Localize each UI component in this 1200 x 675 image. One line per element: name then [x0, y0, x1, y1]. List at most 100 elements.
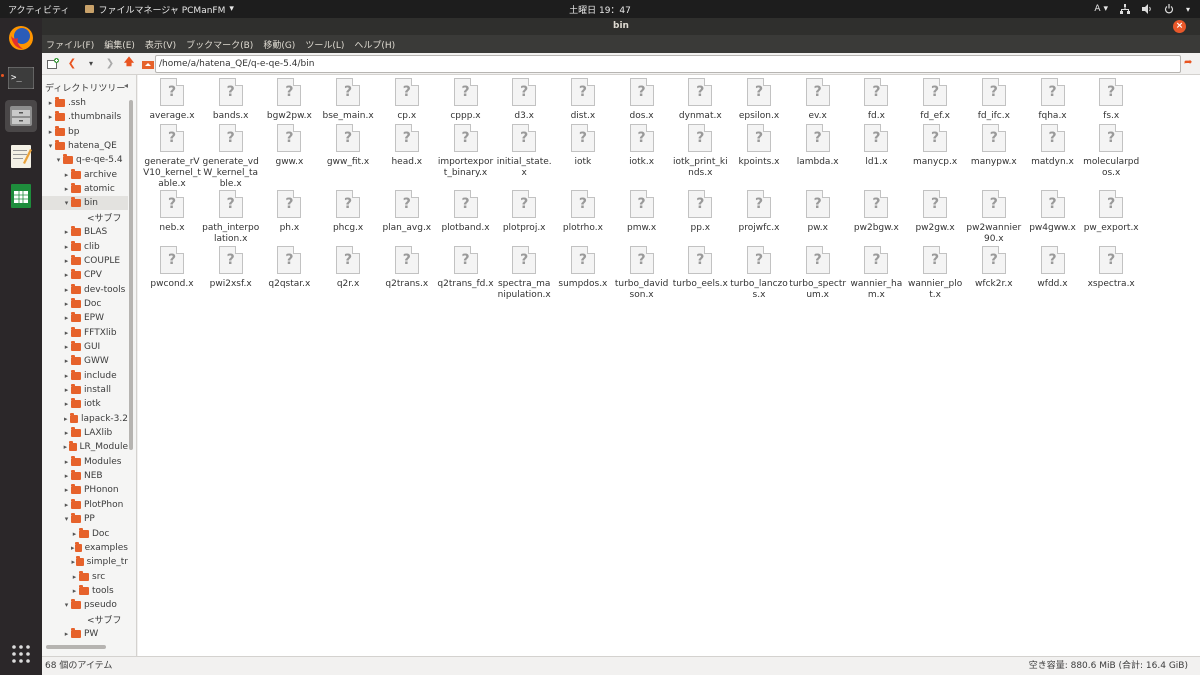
tree-item[interactable]: ▾ PP — [42, 512, 128, 526]
file-item[interactable]: ? turbo_lanczos.x — [730, 246, 788, 301]
expander-closed-icon[interactable]: ▸ — [46, 99, 55, 107]
file-item[interactable]: ? cppp.x — [437, 78, 495, 122]
tree-item[interactable]: ▸ EPW — [42, 311, 128, 325]
file-item[interactable]: ? pwcond.x — [143, 246, 201, 290]
file-item[interactable]: ? dist.x — [554, 78, 612, 122]
firefox-launcher[interactable] — [5, 22, 37, 54]
new-tab-button[interactable] — [45, 56, 61, 72]
tree-item[interactable]: ▸ dev-tools — [42, 283, 128, 297]
file-item[interactable]: ? generate_rVV10_kernel_table.x — [143, 124, 201, 190]
file-item[interactable]: ? gww_fit.x — [319, 124, 377, 168]
expander-closed-icon[interactable]: ▸ — [62, 458, 71, 466]
file-item[interactable]: ? pw2bgw.x — [847, 190, 905, 234]
file-item[interactable]: ? plan_avg.x — [378, 190, 436, 234]
file-item[interactable]: ? ld1.x — [847, 124, 905, 168]
expander-closed-icon[interactable]: ▸ — [62, 386, 71, 394]
file-item[interactable]: ? turbo_davidson.x — [613, 246, 671, 301]
file-item[interactable]: ? dos.x — [613, 78, 671, 122]
file-item[interactable]: ? phcg.x — [319, 190, 377, 234]
tree-item[interactable]: ▸ bp — [42, 125, 128, 139]
expander-closed-icon[interactable]: ▸ — [70, 530, 79, 538]
tree-item[interactable]: ▸ Modules — [42, 455, 128, 469]
activities-button[interactable]: アクティビティ — [8, 3, 69, 16]
menu-help[interactable]: ヘルプ(H) — [354, 38, 395, 51]
menu-file[interactable]: ファイル(F) — [46, 38, 94, 51]
tree-item[interactable]: ▸ PHonon — [42, 483, 128, 497]
file-item[interactable]: ? kpoints.x — [730, 124, 788, 168]
files-launcher[interactable] — [5, 100, 37, 132]
go-button[interactable]: ➦ — [1184, 57, 1198, 71]
show-applications-button[interactable] — [5, 638, 37, 670]
file-item[interactable]: ? wfck2r.x — [965, 246, 1023, 290]
expander-closed-icon[interactable]: ▸ — [62, 501, 71, 509]
file-item[interactable]: ? xspectra.x — [1082, 246, 1140, 290]
file-item[interactable]: ? lambda.x — [789, 124, 847, 168]
tree-item[interactable]: ▸ PlotPhon — [42, 498, 128, 512]
tree-item[interactable]: ▸ atomic — [42, 182, 128, 196]
tree-item[interactable]: ▸ archive — [42, 168, 128, 182]
file-item[interactable]: ? spectra_manipulation.x — [495, 246, 553, 301]
file-item[interactable]: ? plotband.x — [437, 190, 495, 234]
file-item[interactable]: ? ph.x — [260, 190, 318, 234]
expander-closed-icon[interactable]: ▸ — [62, 630, 71, 638]
tree-item[interactable]: ▸ LAXlib — [42, 426, 128, 440]
file-item[interactable]: ? iotk_print_kinds.x — [671, 124, 729, 179]
file-item[interactable]: ? average.x — [143, 78, 201, 122]
tree-item[interactable]: <サブフ — [42, 211, 128, 225]
file-item[interactable]: ? q2trans.x — [378, 246, 436, 290]
expander-closed-icon[interactable]: ▸ — [62, 472, 71, 480]
forward-button[interactable]: ❯ — [102, 56, 118, 72]
scrollbar-thumb[interactable] — [46, 645, 106, 649]
file-item[interactable]: ? molecularpdos.x — [1082, 124, 1140, 179]
file-item[interactable]: ? path_interpolation.x — [202, 190, 260, 245]
file-item[interactable]: ? pwi2xsf.x — [202, 246, 260, 290]
tree-item[interactable]: ▸ clib — [42, 240, 128, 254]
tree-item[interactable]: ▾ bin — [42, 196, 128, 211]
back-button[interactable]: ❮ — [64, 56, 80, 72]
expander-closed-icon[interactable]: ▸ — [62, 314, 71, 322]
tree-item[interactable]: ▸ .ssh — [42, 96, 128, 110]
file-item[interactable]: ? generate_vdW_kernel_table.x — [202, 124, 260, 190]
expander-closed-icon[interactable]: ▸ — [46, 128, 55, 136]
file-item[interactable]: ? epsilon.x — [730, 78, 788, 122]
scrollbar-thumb[interactable] — [129, 100, 133, 450]
menu-bookmarks[interactable]: ブックマーク(B) — [186, 38, 253, 51]
input-method-indicator[interactable]: A ▾ — [1094, 4, 1108, 14]
file-item[interactable]: ? fs.x — [1082, 78, 1140, 122]
file-item[interactable]: ? pw2wannier90.x — [965, 190, 1023, 245]
file-item[interactable]: ? fd_ifc.x — [965, 78, 1023, 122]
expander-closed-icon[interactable]: ▸ — [62, 357, 71, 365]
file-item[interactable]: ? pp.x — [671, 190, 729, 234]
file-item[interactable]: ? cp.x — [378, 78, 436, 122]
file-item[interactable]: ? q2r.x — [319, 246, 377, 290]
expander-open-icon[interactable]: ▾ — [62, 515, 71, 523]
menu-tools[interactable]: ツール(L) — [305, 38, 344, 51]
expander-closed-icon[interactable]: ▸ — [62, 286, 71, 294]
volume-icon[interactable] — [1141, 4, 1152, 14]
text-editor-launcher[interactable] — [5, 140, 37, 172]
tree-item[interactable]: ▾ q-e-qe-5.4 — [42, 153, 128, 167]
tree-item[interactable]: ▾ pseudo — [42, 598, 128, 612]
tree-item[interactable]: ▸ .thumbnails — [42, 110, 128, 124]
file-item[interactable]: ? neb.x — [143, 190, 201, 234]
file-item[interactable]: ? q2trans_fd.x — [437, 246, 495, 290]
expander-closed-icon[interactable]: ▸ — [70, 573, 79, 581]
up-button[interactable]: 🡅 — [121, 56, 137, 72]
tree-item[interactable]: ▸ simple_tr — [42, 555, 128, 569]
tree-item[interactable]: ▸ GWW — [42, 354, 128, 368]
file-item[interactable]: ? q2qstar.x — [260, 246, 318, 290]
spreadsheet-launcher[interactable] — [5, 180, 37, 212]
file-item[interactable]: ? gww.x — [260, 124, 318, 168]
expander-closed-icon[interactable]: ▸ — [62, 329, 71, 337]
expander-closed-icon[interactable]: ▸ — [62, 443, 69, 451]
tree-item[interactable]: ▸ GUI — [42, 340, 128, 354]
tree-item[interactable]: ▸ Doc — [42, 297, 128, 311]
tree-item[interactable]: ▸ BLAS — [42, 225, 128, 239]
expander-closed-icon[interactable]: ▸ — [62, 372, 71, 380]
scroll-left-icon[interactable]: ◂ — [124, 81, 128, 90]
expander-open-icon[interactable]: ▾ — [62, 601, 71, 609]
file-item[interactable]: ? fd_ef.x — [906, 78, 964, 122]
expander-open-icon[interactable]: ▾ — [46, 142, 55, 150]
file-item[interactable]: ? importexport_binary.x — [437, 124, 495, 179]
expander-open-icon[interactable]: ▾ — [62, 199, 71, 207]
